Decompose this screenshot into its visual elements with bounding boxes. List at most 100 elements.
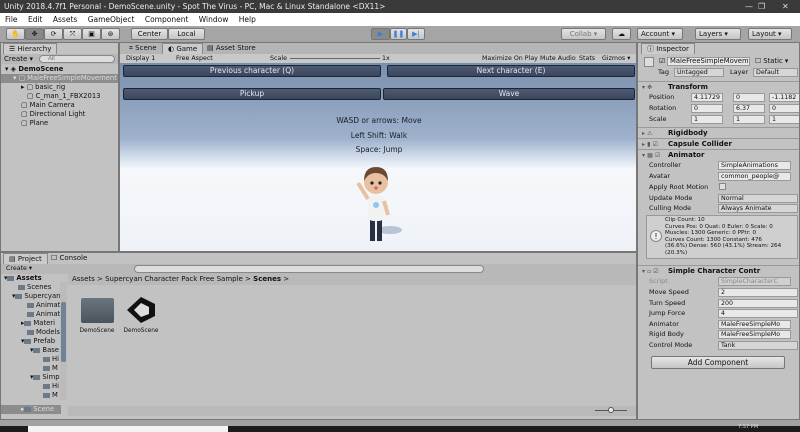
tab-scene[interactable]: ⌗ Scene: [124, 43, 162, 54]
animator-ref-field[interactable]: MaleFreeSimpleMo: [718, 320, 791, 329]
tree-item[interactable]: Animat: [1, 310, 60, 319]
game-viewport[interactable]: Previous character (Q) Next character (E…: [120, 63, 636, 251]
active-checkbox[interactable]: ☑: [659, 57, 665, 65]
hierarchy-search-input[interactable]: [39, 55, 115, 63]
tree-item[interactable]: ▾ Assets: [1, 274, 42, 283]
project-create-button[interactable]: Create ▾: [6, 265, 32, 272]
layers-dropdown[interactable]: Layers ▾: [695, 28, 741, 40]
tree-item[interactable]: M: [1, 364, 58, 373]
tab-hierarchy[interactable]: ☰ Hierarchy: [3, 43, 58, 54]
simple-character-controller-header[interactable]: ▾ ▫ ☑ Simple Character Contr: [638, 265, 799, 276]
breadcrumb-supercyan[interactable]: Supercyan Character Pack Free Sample: [105, 275, 243, 283]
previous-character-button[interactable]: Previous character (Q): [123, 65, 381, 77]
gizmos-dropdown[interactable]: Gizmos ▾: [602, 54, 630, 63]
wave-button[interactable]: Wave: [383, 88, 635, 100]
rect-tool-icon[interactable]: ▣: [82, 28, 101, 40]
move-tool-icon[interactable]: ✥: [25, 28, 44, 40]
hierarchy-create-button[interactable]: Create ▾: [4, 55, 33, 63]
tab-project[interactable]: ▤ Project: [3, 253, 48, 264]
control-mode-dropdown[interactable]: Tank: [718, 341, 798, 350]
asset-item-folder[interactable]: DemoScene: [77, 298, 117, 334]
scale-slider[interactable]: [290, 58, 380, 59]
position-z-field[interactable]: -1.1182: [769, 93, 799, 102]
tree-item[interactable]: Animat: [1, 301, 60, 310]
tree-item[interactable]: ▸ Materi: [1, 319, 55, 328]
menu-help[interactable]: Help: [239, 15, 256, 24]
layout-dropdown[interactable]: Layout ▾: [748, 28, 792, 40]
rotation-y-field[interactable]: 6.37: [733, 104, 765, 113]
menu-file[interactable]: File: [5, 15, 18, 24]
collab-button[interactable]: Collab ▾: [561, 28, 606, 40]
layer-dropdown[interactable]: Default: [753, 68, 798, 77]
transform-tool-icon[interactable]: ⊛: [101, 28, 120, 40]
tree-item[interactable]: ▾ Supercyan: [1, 292, 60, 301]
tab-console[interactable]: ☐ Console: [46, 253, 92, 264]
menu-assets[interactable]: Assets: [53, 15, 77, 24]
close-button[interactable]: ✕: [782, 0, 789, 13]
jump-force-field[interactable]: 4: [718, 309, 798, 318]
static-toggle[interactable]: ☐ Static ▾: [755, 57, 788, 65]
tab-game[interactable]: ◐ Game: [162, 43, 204, 54]
pause-button[interactable]: ❚❚: [390, 28, 407, 40]
culling-mode-dropdown[interactable]: Always Animate: [718, 204, 798, 213]
update-mode-dropdown[interactable]: Normal: [718, 194, 798, 203]
tree-item[interactable]: ▸ Scene: [1, 405, 61, 414]
account-dropdown[interactable]: Account ▾: [637, 28, 683, 40]
tag-dropdown[interactable]: Untagged: [674, 68, 724, 77]
scale-y-field[interactable]: 1: [733, 115, 765, 124]
scale-z-field[interactable]: 1: [769, 115, 799, 124]
rigid-body-field[interactable]: MaleFreeSimpleMo: [718, 330, 791, 339]
tab-inspector[interactable]: ⓘ Inspector: [641, 43, 695, 54]
maximize-button[interactable]: ❐: [758, 0, 765, 13]
tree-scrollbar[interactable]: [60, 282, 67, 400]
display-dropdown[interactable]: Display 1: [126, 54, 155, 63]
avatar-field[interactable]: common_people@: [718, 172, 791, 181]
breadcrumb-assets[interactable]: Assets: [72, 275, 95, 283]
project-search-input[interactable]: [134, 265, 485, 273]
tree-item[interactable]: ▾ Simp: [1, 373, 60, 382]
tree-item[interactable]: Hi: [1, 382, 59, 391]
rotate-tool-icon[interactable]: ⟳: [44, 28, 63, 40]
tab-asset-store[interactable]: ▤ Asset Store: [202, 43, 261, 54]
position-x-field[interactable]: 4.11729: [691, 93, 723, 102]
move-speed-field[interactable]: 2: [718, 288, 798, 297]
pivot-center-button[interactable]: Center: [131, 28, 168, 40]
step-button[interactable]: ▶|: [407, 28, 425, 40]
capsule-collider-header[interactable]: ▸ ▮ ☑ Capsule Collider: [638, 138, 799, 149]
asset-item-scene[interactable]: DemoScene: [121, 296, 161, 334]
object-name-field[interactable]: MaleFreeSimpleMoveme: [667, 57, 750, 66]
controller-field[interactable]: SimpleAnimations: [718, 161, 791, 170]
menu-gameobject[interactable]: GameObject: [88, 15, 135, 24]
next-character-button[interactable]: Next character (E): [387, 65, 635, 77]
stats-toggle[interactable]: Stats: [579, 54, 595, 63]
tree-item[interactable]: ▾ Base: [1, 346, 59, 355]
tree-item[interactable]: ▾ Prefab: [1, 337, 55, 346]
rotation-x-field[interactable]: 0: [691, 104, 723, 113]
hierarchy-item[interactable]: ▢ C_man_1_FBX2013: [1, 92, 100, 101]
menu-edit[interactable]: Edit: [28, 15, 43, 24]
cloud-icon[interactable]: ☁: [612, 28, 631, 40]
maximize-on-play-toggle[interactable]: Maximize On Play: [482, 54, 538, 63]
animator-header[interactable]: ▾ ▦ ☑ Animator: [638, 149, 799, 160]
transform-header[interactable]: ▾ ✥ Transform: [638, 81, 799, 92]
pickup-button[interactable]: Pickup: [123, 88, 381, 100]
taskbar-search[interactable]: [28, 426, 228, 432]
hierarchy-item[interactable]: ▢ Plane: [1, 119, 48, 128]
pivot-local-button[interactable]: Local: [168, 28, 205, 40]
aspect-dropdown[interactable]: Free Aspect: [176, 54, 213, 63]
hierarchy-item[interactable]: ▢ Main Camera: [1, 101, 75, 110]
mute-audio-toggle[interactable]: Mute Audio: [540, 54, 576, 63]
hierarchy-item[interactable]: ▸ ▢ basic_rig: [1, 83, 65, 92]
tree-item[interactable]: Scenes: [1, 283, 51, 292]
hierarchy-item[interactable]: ▾ ▢ MaleFreeSimpleMovement: [1, 74, 118, 83]
minimize-button[interactable]: —: [745, 0, 753, 13]
tree-item[interactable]: Hi: [1, 355, 59, 364]
tree-item[interactable]: Models: [1, 328, 60, 337]
apply-root-motion-checkbox[interactable]: [719, 183, 726, 190]
tree-item[interactable]: M: [1, 391, 58, 400]
hierarchy-item[interactable]: ▢ Directional Light: [1, 110, 85, 119]
scale-x-field[interactable]: 1: [691, 115, 723, 124]
menu-component[interactable]: Component: [145, 15, 189, 24]
icon-size-slider-thumb[interactable]: [608, 407, 614, 413]
rigidbody-header[interactable]: ▸ ⚠ Rigidbody: [638, 127, 799, 138]
